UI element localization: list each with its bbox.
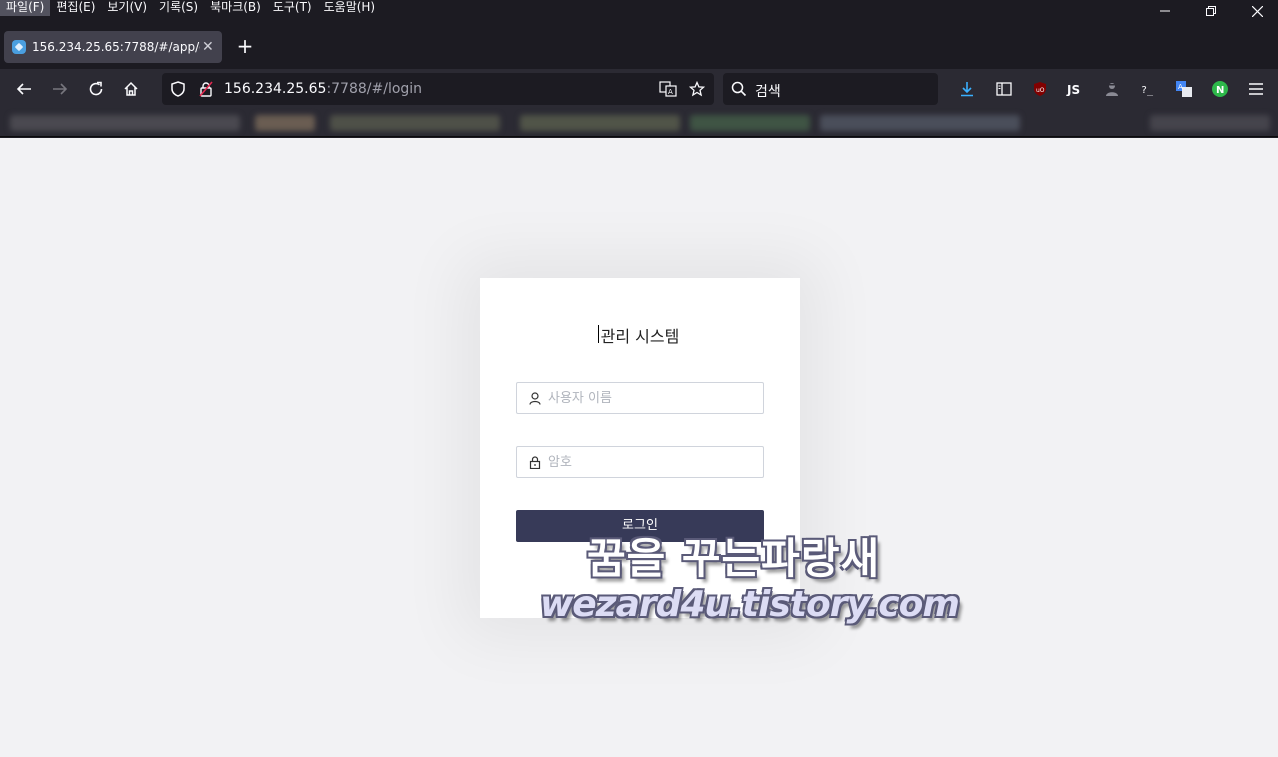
menu-help[interactable]: 도움말(H) xyxy=(318,0,382,16)
new-tab-button[interactable]: + xyxy=(233,35,257,59)
svg-text:?_: ?_ xyxy=(1141,85,1154,96)
svg-text:uO: uO xyxy=(1036,87,1045,94)
hamburger-menu-icon xyxy=(1249,83,1263,95)
search-icon xyxy=(731,81,747,97)
bookmark-item-blurred[interactable] xyxy=(690,115,810,131)
translate-icon: A xyxy=(659,81,677,97)
username-input[interactable] xyxy=(548,390,748,406)
star-icon xyxy=(689,81,705,97)
back-arrow-icon xyxy=(16,83,31,95)
js-icon: JS xyxy=(1066,83,1080,96)
reload-icon xyxy=(89,81,103,96)
insecure-connection-button[interactable] xyxy=(194,77,218,101)
home-button[interactable] xyxy=(119,77,143,101)
username-field[interactable] xyxy=(516,382,764,414)
bookmark-item-blurred[interactable] xyxy=(520,115,680,131)
sidebar-icon xyxy=(996,82,1012,96)
password-field[interactable] xyxy=(516,446,764,478)
menu-bookmarks[interactable]: 북마크(B) xyxy=(204,0,267,16)
tab-close-icon[interactable]: ✕ xyxy=(202,39,214,55)
password-input[interactable] xyxy=(548,454,748,470)
tab-strip: 156.234.25.65:7788/#/app/one ✕ + xyxy=(0,22,1278,69)
restore-icon xyxy=(1206,6,1216,16)
menu-view[interactable]: 보기(V) xyxy=(101,0,153,16)
restore-button[interactable] xyxy=(1188,0,1234,22)
close-icon xyxy=(1251,5,1263,17)
menu-history[interactable]: 기록(S) xyxy=(153,0,204,16)
watermark-title: 꿈을 꾸는파랑새 xyxy=(587,534,881,583)
translate-extension-button[interactable]: A xyxy=(1172,77,1196,101)
site-favicon-icon xyxy=(12,40,26,54)
minimize-button[interactable] xyxy=(1142,0,1188,22)
user-icon xyxy=(528,391,542,405)
bookmark-item-blurred[interactable] xyxy=(255,115,315,131)
spy-icon xyxy=(1106,83,1118,96)
home-icon xyxy=(124,81,138,96)
bookmark-item-blurred[interactable] xyxy=(820,115,1020,131)
menu-bar: 파일(F) 편집(E) 보기(V) 기록(S) 북마크(B) 도구(T) 도움말… xyxy=(0,0,1278,16)
shield-icon xyxy=(171,81,185,97)
bookmarks-bar xyxy=(0,109,1278,137)
svg-text:N: N xyxy=(1216,85,1224,96)
download-icon xyxy=(961,82,973,97)
n-extension-button[interactable]: N xyxy=(1208,77,1232,101)
bookmark-star-button[interactable] xyxy=(685,77,709,101)
javascript-toggle-extension-button[interactable]: JS xyxy=(1064,77,1088,101)
tab-active[interactable]: 156.234.25.65:7788/#/app/one ✕ xyxy=(4,31,222,63)
search-icon-wrap xyxy=(727,77,751,101)
forward-button[interactable] xyxy=(48,77,72,101)
app-menu-button[interactable] xyxy=(1244,77,1268,101)
close-window-button[interactable] xyxy=(1234,0,1278,22)
terminal-extension-button[interactable]: ?_ xyxy=(1136,77,1160,101)
menu-edit[interactable]: 편집(E) xyxy=(50,0,101,16)
ublock-extension-button[interactable]: uO xyxy=(1028,77,1052,101)
watermark-url: wezard4u.tistory.com xyxy=(540,584,960,625)
minimize-icon xyxy=(1160,10,1170,12)
menu-tools[interactable]: 도구(T) xyxy=(267,0,318,16)
reload-button[interactable] xyxy=(84,77,108,101)
menu-file[interactable]: 파일(F) xyxy=(0,0,51,16)
terminal-icon: ?_ xyxy=(1141,85,1154,96)
reader-sidebar-button[interactable] xyxy=(992,77,1016,101)
tracking-protection-button[interactable] xyxy=(166,77,190,101)
bookmark-item-blurred[interactable] xyxy=(1150,115,1270,131)
back-button[interactable] xyxy=(12,77,36,101)
url-text: 156.234.25.65:7788/#/login xyxy=(224,81,422,97)
login-title: 관리 시스템 xyxy=(600,327,680,346)
n-badge-icon: N xyxy=(1212,81,1228,97)
page-content: 관리 시스템 로그인 xyxy=(0,138,1278,757)
bookmark-item-blurred[interactable] xyxy=(330,115,500,131)
svg-text:A: A xyxy=(668,88,673,96)
forward-arrow-icon xyxy=(53,83,68,95)
url-bar[interactable]: 156.234.25.65:7788/#/login A xyxy=(162,73,714,105)
nav-toolbar: 156.234.25.65:7788/#/login A 검색 uO JS ?_… xyxy=(0,69,1278,109)
insecure-lock-icon xyxy=(199,81,213,97)
translate-page-button[interactable]: A xyxy=(656,77,680,101)
ublock-shield-icon: uO xyxy=(1034,82,1046,96)
lock-icon xyxy=(528,455,542,469)
svg-text:JS: JS xyxy=(1066,83,1080,96)
downloads-button[interactable] xyxy=(955,77,979,101)
tab-title: 156.234.25.65:7788/#/app/one xyxy=(32,40,200,54)
svg-text:A: A xyxy=(1178,83,1183,91)
search-placeholder: 검색 xyxy=(755,84,781,100)
url-path: :7788/#/login xyxy=(326,81,423,97)
bookmark-item-blurred[interactable] xyxy=(10,115,240,131)
search-bar[interactable]: 검색 xyxy=(723,73,938,105)
translator-icon: A xyxy=(1176,81,1192,97)
url-host: 156.234.25.65 xyxy=(224,81,327,97)
text-caret xyxy=(598,325,599,343)
agent-extension-button[interactable] xyxy=(1100,77,1124,101)
